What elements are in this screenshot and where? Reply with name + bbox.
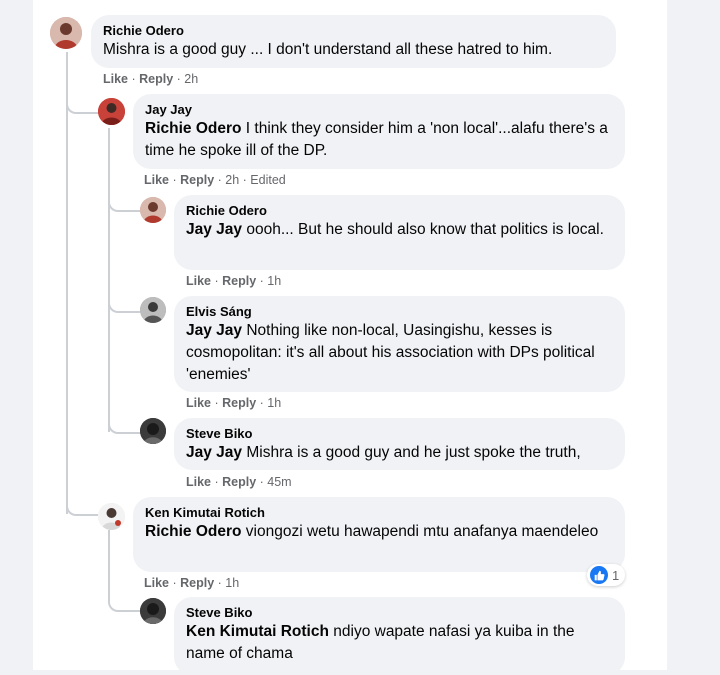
comment-text: Jay Jay Mishra is a good guy and he just…	[186, 442, 613, 464]
comment-meta: · 45m	[256, 475, 292, 489]
reply-button[interactable]: Reply	[139, 72, 173, 86]
comment-author[interactable]: Ken Kimutai Rotich	[145, 505, 613, 521]
comment-text: Jay Jay Nothing like non-local, Uasingis…	[186, 320, 613, 386]
like-button[interactable]: Like	[144, 576, 169, 590]
profile-photo-icon	[140, 418, 166, 444]
like-button[interactable]: Like	[103, 72, 128, 86]
profile-photo-icon	[140, 197, 166, 223]
mention-link[interactable]: Richie Odero	[145, 120, 241, 137]
comment-meta: · 2h	[173, 72, 199, 86]
thread-connector	[108, 188, 140, 212]
comment-meta: · 1h	[214, 576, 240, 590]
comment-author[interactable]: Richie Odero	[103, 23, 604, 39]
comment-meta: · 1h	[256, 274, 282, 288]
reply-button[interactable]: Reply	[180, 576, 214, 590]
avatar[interactable]	[140, 297, 166, 323]
comment-text: Jay Jay oooh... But he should also know …	[186, 219, 613, 241]
avatar[interactable]	[140, 598, 166, 624]
comment-actions: Like · Reply · 45m	[186, 475, 292, 489]
comment-bubble: Jay Jay Richie Odero I think they consid…	[133, 94, 625, 169]
comment-actions: Like · Reply · 2h · Edited	[144, 173, 286, 187]
thread-line	[66, 52, 68, 514]
comment-actions: Like · Reply · 1h	[144, 576, 240, 590]
comment-bubble: Elvis Sáng Jay Jay Nothing like non-loca…	[174, 296, 625, 392]
comment-author[interactable]: Steve Biko	[186, 605, 613, 621]
profile-photo-icon	[98, 503, 125, 530]
comment-body: Mishra is a good guy ... I don't underst…	[103, 41, 553, 58]
avatar[interactable]	[98, 98, 125, 125]
comment-bubble: Steve Biko Jay Jay Mishra is a good guy …	[174, 418, 625, 470]
like-button[interactable]: Like	[186, 475, 211, 489]
comment-author[interactable]: Richie Odero	[186, 203, 613, 219]
comment-author[interactable]: Elvis Sáng	[186, 304, 613, 320]
avatar[interactable]	[98, 503, 125, 530]
profile-photo-icon	[50, 17, 82, 49]
mention-link[interactable]: Ken Kimutai Rotich	[186, 623, 329, 640]
mention-link[interactable]: Jay Jay	[186, 444, 242, 461]
comment-body: viongozi wetu hawapendi mtu anafanya mae…	[241, 523, 599, 540]
comment-author[interactable]: Steve Biko	[186, 426, 613, 442]
thread-line	[108, 530, 110, 588]
avatar[interactable]	[50, 17, 82, 49]
mention-link[interactable]: Jay Jay	[186, 221, 242, 238]
like-button[interactable]: Like	[186, 396, 211, 410]
thread-connector	[108, 289, 140, 313]
profile-photo-icon	[98, 98, 125, 125]
comment-meta: · 1h	[256, 396, 282, 410]
comment-actions: Like · Reply · 1h	[186, 274, 282, 288]
like-button[interactable]: Like	[186, 274, 211, 288]
reaction-count-badge[interactable]: 1	[587, 564, 626, 586]
comment-actions: Like · Reply · 1h	[186, 396, 282, 410]
thread-connector	[66, 490, 98, 516]
reaction-count: 1	[612, 567, 620, 583]
comment-body: oooh... But he should also know that pol…	[242, 221, 604, 238]
comment-text: Richie Odero viongozi wetu hawapendi mtu…	[145, 521, 613, 543]
reply-button[interactable]: Reply	[222, 475, 256, 489]
comments-panel: Richie Odero Mishra is a good guy ... I …	[33, 0, 667, 675]
like-reaction-icon	[590, 566, 608, 584]
mention-link[interactable]: Jay Jay	[186, 322, 242, 339]
thread-line	[108, 128, 110, 432]
comment-body: Mishra is a good guy and he just spoke t…	[242, 444, 581, 461]
comment-text: Ken Kimutai Rotich ndiyo wapate nafasi y…	[186, 621, 613, 665]
comment-author[interactable]: Jay Jay	[145, 102, 613, 118]
like-button[interactable]: Like	[144, 173, 169, 187]
profile-photo-icon	[140, 297, 166, 323]
comment-text: Mishra is a good guy ... I don't underst…	[103, 39, 604, 61]
profile-photo-icon	[140, 598, 166, 624]
reply-button[interactable]: Reply	[222, 396, 256, 410]
comment-meta: · 2h · Edited	[214, 173, 286, 187]
thread-connector	[108, 588, 140, 612]
thread-connector	[108, 410, 140, 434]
comment-bubble: Richie Odero Mishra is a good guy ... I …	[91, 15, 616, 68]
mention-link[interactable]: Richie Odero	[145, 523, 241, 540]
comment-body: Nothing like non-local, Uasingishu, kess…	[186, 322, 595, 383]
reply-button[interactable]: Reply	[180, 173, 214, 187]
comment-bubble: Richie Odero Jay Jay oooh... But he shou…	[174, 195, 625, 270]
avatar[interactable]	[140, 197, 166, 223]
comment-text: Richie Odero I think they consider him a…	[145, 118, 613, 162]
avatar[interactable]	[140, 418, 166, 444]
comment-bubble: Ken Kimutai Rotich Richie Odero viongozi…	[133, 497, 625, 572]
thread-connector	[66, 88, 98, 114]
comment-actions: Like · Reply · 2h	[103, 72, 199, 86]
comment-bubble: Steve Biko Ken Kimutai Rotich ndiyo wapa…	[174, 597, 625, 675]
reply-button[interactable]: Reply	[222, 274, 256, 288]
